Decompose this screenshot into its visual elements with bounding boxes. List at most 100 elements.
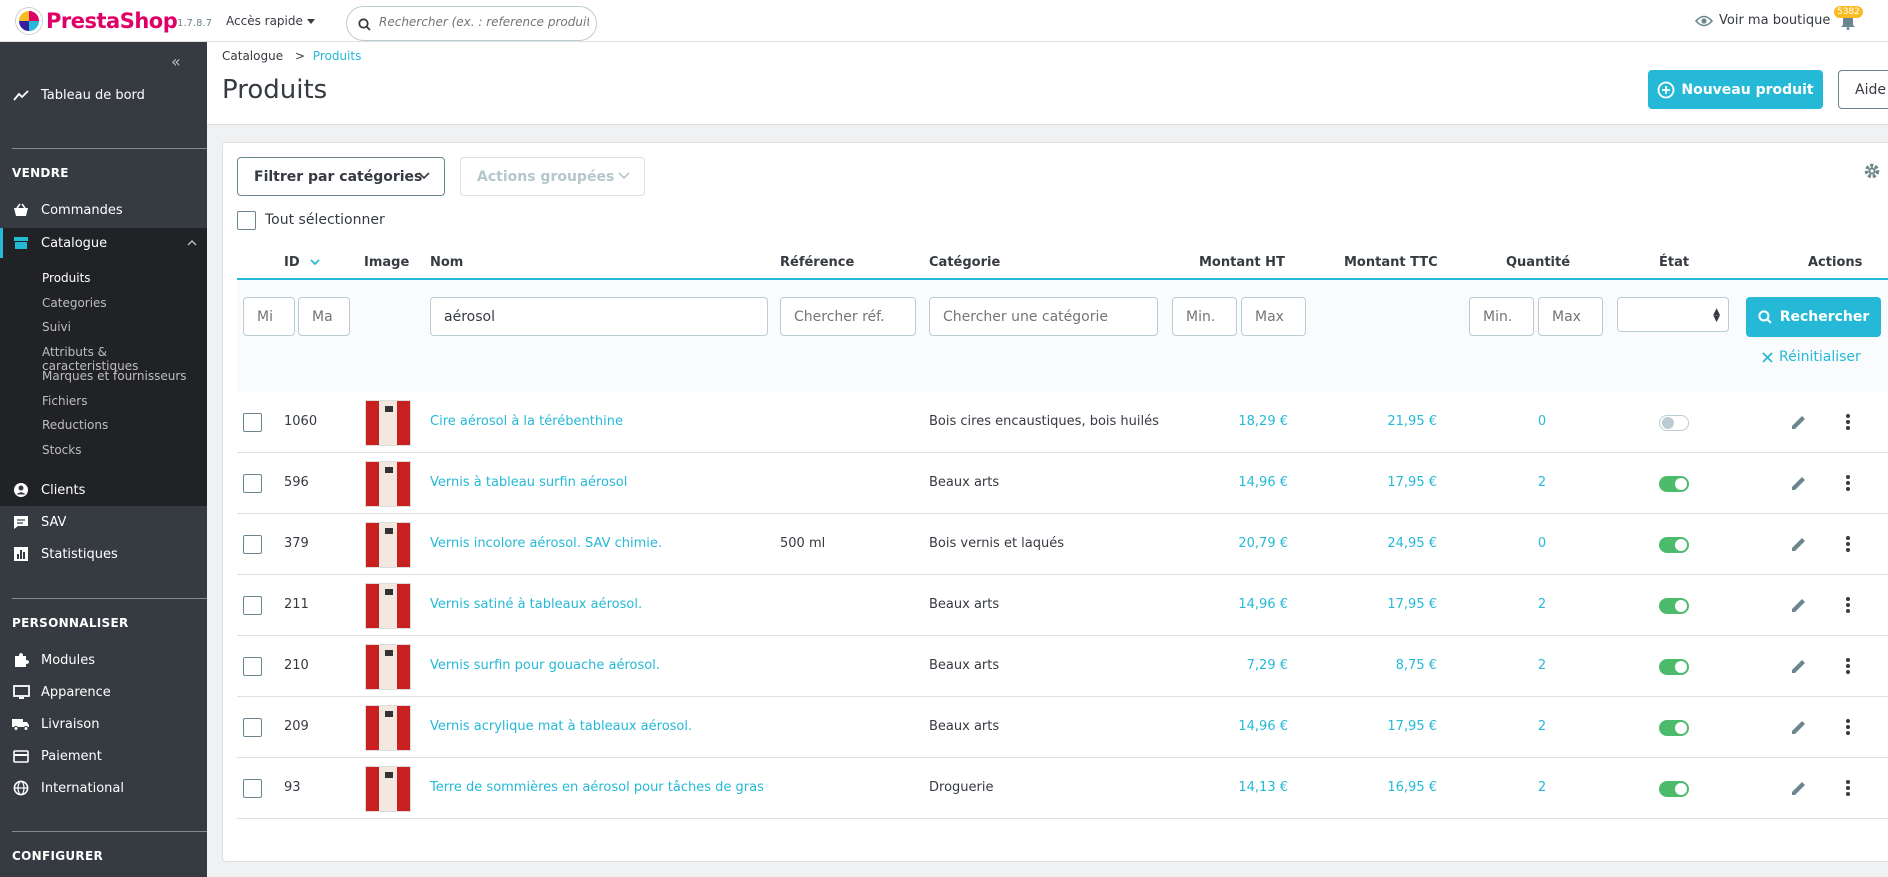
submenu-item-brands[interactable]: Marques et fournisseurs <box>42 369 187 383</box>
product-thumbnail[interactable] <box>365 644 411 690</box>
more-vertical-icon[interactable] <box>1845 718 1851 736</box>
new-product-button[interactable]: Nouveau produit <box>1648 70 1823 109</box>
more-vertical-icon[interactable] <box>1845 413 1851 431</box>
row-checkbox[interactable] <box>243 413 262 432</box>
filter-id-min[interactable] <box>243 297 295 336</box>
row-price-ht[interactable]: 14,96 € <box>1218 475 1288 490</box>
sidebar-item-appearance[interactable]: Apparence <box>0 677 207 707</box>
submenu-item-monitoring[interactable]: Suivi <box>42 320 71 334</box>
row-price-ttc[interactable]: 16,95 € <box>1367 780 1437 795</box>
row-price-ht[interactable]: 14,13 € <box>1218 780 1288 795</box>
edit-icon[interactable] <box>1790 657 1808 675</box>
more-vertical-icon[interactable] <box>1845 535 1851 553</box>
row-price-ht[interactable]: 14,96 € <box>1218 597 1288 612</box>
filter-qty-min[interactable] <box>1469 297 1534 336</box>
row-quantity[interactable]: 2 <box>1527 475 1557 490</box>
row-price-ht[interactable]: 7,29 € <box>1218 658 1288 673</box>
row-price-ttc[interactable]: 17,95 € <box>1367 475 1437 490</box>
sidebar-item-orders[interactable]: Commandes <box>0 195 207 225</box>
row-price-ttc[interactable]: 8,75 € <box>1367 658 1437 673</box>
submenu-item-products[interactable]: Produits <box>42 271 91 285</box>
row-quantity[interactable]: 0 <box>1527 414 1557 429</box>
filter-price-min[interactable] <box>1172 297 1237 336</box>
filter-qty-max[interactable] <box>1538 297 1603 336</box>
row-name-link[interactable]: Terre de sommières en aérosol pour tâche… <box>430 780 764 795</box>
status-toggle[interactable] <box>1659 476 1689 492</box>
row-checkbox[interactable] <box>243 718 262 737</box>
sidebar-item-payment[interactable]: Paiement <box>0 741 207 771</box>
column-header-price-ttc[interactable]: Montant TTC <box>1344 255 1438 270</box>
sidebar-item-international[interactable]: International <box>0 773 207 803</box>
column-header-id[interactable]: ID <box>284 255 320 270</box>
select-all-checkbox[interactable] <box>237 211 256 230</box>
filter-status-select[interactable]: ▲ ▼ <box>1617 297 1729 332</box>
product-thumbnail[interactable] <box>365 522 411 568</box>
row-quantity[interactable]: 2 <box>1527 658 1557 673</box>
help-button[interactable]: Aide <box>1838 70 1888 109</box>
status-toggle[interactable] <box>1659 537 1689 553</box>
edit-icon[interactable] <box>1790 596 1808 614</box>
row-name-link[interactable]: Vernis acrylique mat à tableaux aérosol. <box>430 719 692 734</box>
row-quantity[interactable]: 2 <box>1527 780 1557 795</box>
row-name-link[interactable]: Vernis incolore aérosol. SAV chimie. <box>430 536 662 551</box>
submenu-item-discounts[interactable]: Reductions <box>42 418 108 432</box>
sidebar-item-customers[interactable]: Clients <box>0 475 207 505</box>
edit-icon[interactable] <box>1790 779 1808 797</box>
edit-icon[interactable] <box>1790 718 1808 736</box>
submenu-item-categories[interactable]: Categories <box>42 296 107 310</box>
filter-name-input[interactable] <box>430 297 768 336</box>
submenu-item-stocks[interactable]: Stocks <box>42 443 81 457</box>
row-price-ttc[interactable]: 17,95 € <box>1367 597 1437 612</box>
edit-icon[interactable] <box>1790 535 1808 553</box>
row-quantity[interactable]: 0 <box>1527 536 1557 551</box>
row-quantity[interactable]: 2 <box>1527 719 1557 734</box>
row-checkbox[interactable] <box>243 657 262 676</box>
column-header-name[interactable]: Nom <box>430 255 463 270</box>
prestashop-logo[interactable]: PrestaShop <box>16 8 178 34</box>
column-header-category[interactable]: Catégorie <box>929 255 1000 270</box>
sidebar-item-catalog[interactable]: Catalogue <box>0 228 207 258</box>
quick-access-dropdown[interactable]: Accès rapide <box>226 14 315 28</box>
product-thumbnail[interactable] <box>365 461 411 507</box>
filter-price-max[interactable] <box>1241 297 1306 336</box>
search-button[interactable]: Rechercher <box>1746 297 1881 337</box>
sidebar-item-dashboard[interactable]: Tableau de bord <box>0 80 207 110</box>
row-name-link[interactable]: Vernis à tableau surfin aérosol <box>430 475 627 490</box>
sidebar-item-modules[interactable]: Modules <box>0 645 207 675</box>
status-toggle[interactable] <box>1659 781 1689 797</box>
row-name-link[interactable]: Vernis surfin pour gouache aérosol. <box>430 658 660 673</box>
breadcrumb-catalog[interactable]: Catalogue <box>222 49 283 63</box>
row-price-ht[interactable]: 18,29 € <box>1218 414 1288 429</box>
filter-reference-input[interactable] <box>780 297 916 336</box>
more-vertical-icon[interactable] <box>1845 779 1851 797</box>
sidebar-item-stats[interactable]: Statistiques <box>0 539 207 569</box>
row-checkbox[interactable] <box>243 535 262 554</box>
row-price-ttc[interactable]: 17,95 € <box>1367 719 1437 734</box>
view-shop-link[interactable]: Voir ma boutique <box>1695 13 1830 28</box>
status-toggle[interactable] <box>1659 415 1689 431</box>
edit-icon[interactable] <box>1790 413 1808 431</box>
row-quantity[interactable]: 2 <box>1527 597 1557 612</box>
filter-category-input[interactable] <box>929 297 1158 336</box>
column-header-status[interactable]: État <box>1659 255 1689 270</box>
product-thumbnail[interactable] <box>365 583 411 629</box>
reset-filters-link[interactable]: Réinitialiser <box>1762 349 1861 365</box>
more-vertical-icon[interactable] <box>1845 596 1851 614</box>
collapse-menu-icon[interactable]: « <box>171 52 181 71</box>
row-price-ttc[interactable]: 21,95 € <box>1367 414 1437 429</box>
status-toggle[interactable] <box>1659 598 1689 614</box>
column-header-price-ht[interactable]: Montant HT <box>1199 255 1285 270</box>
status-toggle[interactable] <box>1659 659 1689 675</box>
bulk-actions-dropdown[interactable]: Actions groupées <box>460 157 645 196</box>
sidebar-item-shipping[interactable]: Livraison <box>0 709 207 739</box>
row-price-ht[interactable]: 14,96 € <box>1218 719 1288 734</box>
submenu-item-files[interactable]: Fichiers <box>42 394 87 408</box>
global-search-input[interactable] <box>379 15 589 29</box>
row-checkbox[interactable] <box>243 779 262 798</box>
gear-icon[interactable] <box>1863 162 1881 180</box>
row-name-link[interactable]: Vernis satiné à tableaux aérosol. <box>430 597 642 612</box>
more-vertical-icon[interactable] <box>1845 474 1851 492</box>
product-thumbnail[interactable] <box>365 766 411 812</box>
product-thumbnail[interactable] <box>365 705 411 751</box>
filter-categories-dropdown[interactable]: Filtrer par catégories <box>237 157 445 196</box>
